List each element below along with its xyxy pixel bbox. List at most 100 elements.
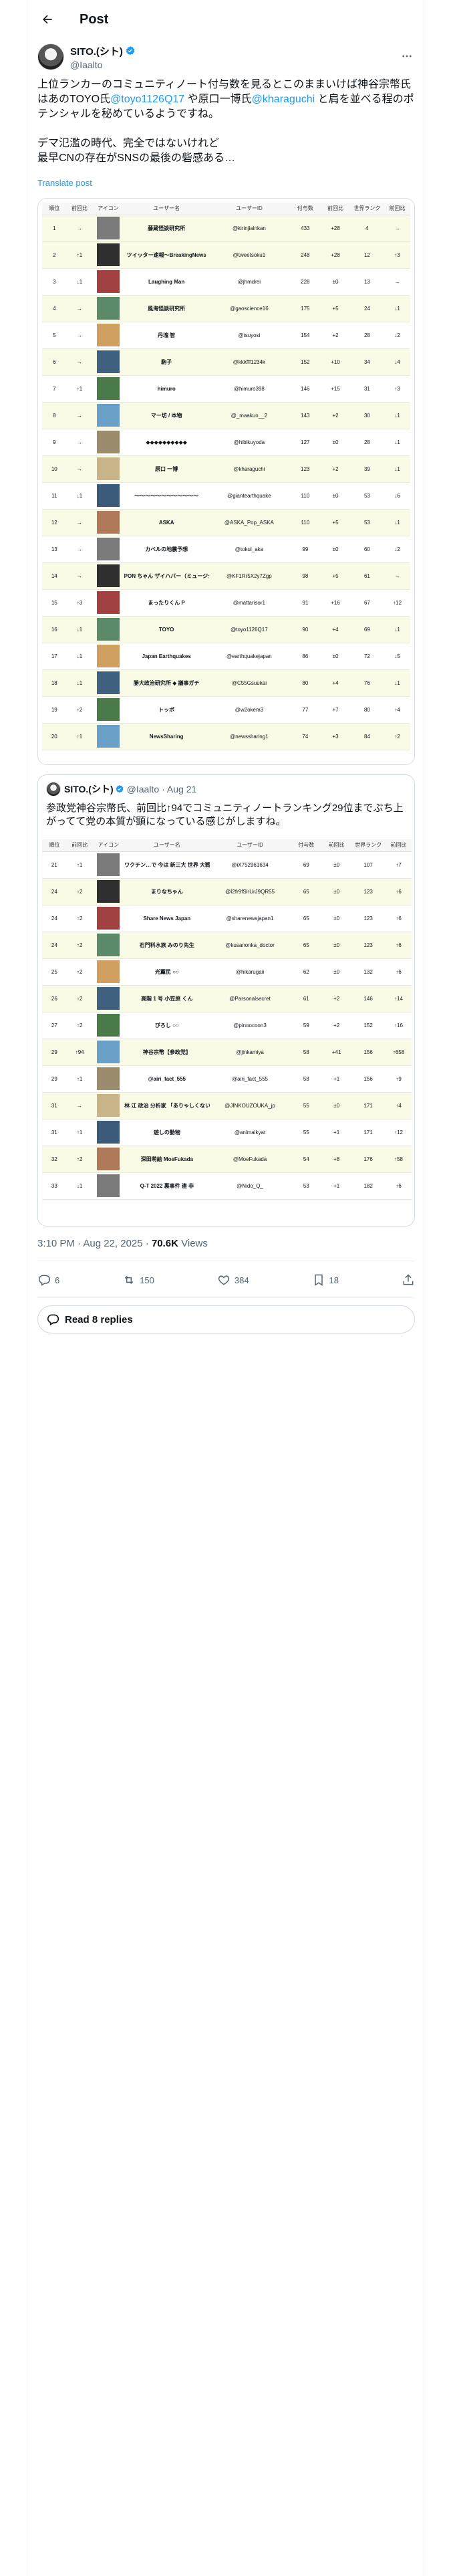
rank-cell: 14: [42, 562, 67, 590]
quoted-post[interactable]: SITO.(シト) @Iaalto · Aug 21 参政党神谷宗幣氏、前回比↑…: [37, 774, 415, 1226]
user-avatar-icon: [96, 618, 120, 641]
count-change-cell: ±0: [322, 851, 351, 879]
author-handle[interactable]: @Iaalto: [70, 60, 136, 70]
world-rank-cell: 69: [349, 616, 385, 643]
table-row: 29 ↑94 神谷宗幣【参政党】 @jinkamiya 58 +41 156 ↑658: [42, 1039, 412, 1066]
table-header: 前回比: [66, 839, 93, 852]
count-change-cell: +1: [322, 1172, 351, 1200]
repost-button[interactable]: 150: [122, 1273, 154, 1287]
count-cell: 146: [289, 375, 321, 403]
table-row: 21 ↑1 ワクチン…で 今は 新三大 世界 大戦争 @iX752961634 69 ±0…: [42, 851, 412, 879]
userid-cell: @airi_fact_555: [209, 1065, 291, 1093]
count-change-cell: +2: [321, 322, 350, 349]
username-cell: 藤蔵怪談研究所: [124, 215, 209, 242]
bookmark-button[interactable]: 18: [312, 1273, 339, 1287]
user-avatar-icon: [96, 484, 120, 507]
more-options-icon[interactable]: [399, 48, 415, 64]
table-row: 29 ↑1 @airi_fact_555 @airi_fact_555 58 +1 156 ↑…: [42, 1065, 412, 1093]
table-header: 付与数: [289, 203, 321, 215]
table-header: 世界ランク: [351, 839, 386, 852]
rank-change-cell: ↑2: [66, 696, 93, 724]
ranking-image-1[interactable]: 順位 前回比 アイコン ユーザー名 ユーザーID 付与数 前回比 世界ランク 前回比 1 → 藤蔵怪…: [37, 198, 415, 765]
userid-cell: @tokul_aka: [208, 536, 290, 563]
count-cell: 74: [289, 723, 321, 750]
quoted-author-name: SITO.(シト): [64, 784, 114, 794]
table-row: 3 ↓1 Laughing Man @jhmdrei 228 ±0 13 →: [42, 268, 410, 296]
icon-cell: [92, 268, 124, 296]
count-cell: 90: [289, 616, 321, 643]
table-row: 1 → 藤蔵怪談研究所 @kirinjiainkan 433 +28 4 →: [42, 215, 410, 242]
username-cell: TOYO: [124, 616, 209, 643]
icon-cell: [92, 878, 125, 905]
user-avatar-icon: [96, 404, 120, 427]
icon-cell: [92, 696, 124, 724]
repost-icon: [124, 1275, 134, 1285]
share-button[interactable]: [402, 1273, 415, 1287]
reply-count: 6: [55, 1275, 60, 1285]
table-row: 14→PON ちゃん ザイハバー（ミュージシャン 漁師 しんや）@KF1Rr5X…: [42, 562, 410, 590]
back-arrow-icon[interactable]: [35, 7, 59, 31]
icon-cell: [92, 322, 124, 349]
mention-link[interactable]: @kharaguchi: [252, 94, 315, 105]
userid-cell: @kkkfff1234k: [208, 348, 290, 376]
count-cell: 127: [289, 429, 321, 456]
username-cell: 光薫民 ○○: [124, 958, 210, 986]
world-change-cell: ↓2: [384, 536, 410, 563]
count-change-cell: +5: [321, 295, 350, 322]
table-row: 31 ↑1 遊しの動物 @animalkyat 55 +1 171 ↑12: [42, 1119, 412, 1146]
quoted-post-text: 参政党神谷宗幣氏、前回比↑94でコミュニティノートランキング29位までぶち上がっ…: [46, 802, 404, 827]
username-cell: マー坊 / 本物: [124, 402, 209, 429]
count-cell: 99: [289, 536, 321, 563]
userid-cell: @animalkyat: [209, 1119, 291, 1146]
heart-icon: [218, 1275, 230, 1285]
like-button[interactable]: 384: [217, 1273, 249, 1287]
read-replies-button[interactable]: Read 8 replies: [37, 1305, 415, 1333]
rank-cell: 29: [42, 1065, 67, 1093]
table-row: 25 ↑2 光薫民 ○○ @hikarugaii 62 ±0 132 ↑6: [42, 958, 412, 986]
count-change-cell: +5: [321, 509, 350, 536]
avatar[interactable]: [37, 43, 64, 70]
translate-post-link[interactable]: Translate post: [37, 178, 92, 188]
post-time[interactable]: 3:10 PM · Aug 22, 2025 ·: [37, 1238, 152, 1249]
count-change-cell: +15: [321, 375, 350, 403]
rank-change-cell: ↑2: [66, 1146, 93, 1173]
user-avatar-icon: [96, 457, 120, 480]
count-cell: 62: [290, 958, 323, 986]
icon-cell: [92, 1146, 125, 1173]
count-cell: 61: [290, 985, 323, 1012]
verified-badge-icon: [126, 46, 135, 56]
username-cell: Japan Earthquakes: [124, 643, 209, 670]
mention-link[interactable]: @toyo1126Q17: [110, 94, 184, 105]
rank-change-cell: ↓1: [66, 268, 93, 296]
table-header: 前回比: [66, 203, 93, 215]
world-rank-cell: 61: [349, 562, 385, 590]
rank-change-cell: ↑2: [66, 878, 93, 905]
username-cell: 駒子: [124, 348, 209, 376]
user-avatar-icon: [96, 538, 120, 560]
ranking-image-2: 順位 前回比 アイコン ユーザー名 ユーザーID 付与数 前回比 世界ランク 前回比 21 ↑1 ワ…: [38, 837, 414, 1226]
icon-cell: [92, 932, 125, 959]
ranking-table-2: 順位 前回比 アイコン ユーザー名 ユーザーID 付与数 前回比 世界ランク 前回比 21 ↑1 ワ…: [42, 839, 412, 1200]
rank-cell: 13: [42, 536, 67, 563]
user-avatar-icon: [97, 1174, 120, 1197]
user-avatar-icon: [97, 1067, 120, 1090]
author-name-row[interactable]: SITO.(シト): [70, 44, 136, 58]
author-name[interactable]: SITO.(シト): [70, 44, 123, 58]
views-count: 70.6K: [151, 1238, 178, 1249]
world-change-cell: ↑4: [386, 1092, 412, 1119]
rank-change-cell: →: [66, 348, 93, 376]
table-header: 前回比: [321, 203, 350, 215]
username-cell: まったりくん P: [124, 589, 209, 617]
replies-bubble-icon: [47, 1314, 59, 1325]
userid-cell: @jinkamiya: [209, 1039, 291, 1066]
world-rank-cell: 4: [349, 215, 385, 242]
user-avatar-icon: [96, 350, 120, 373]
icon-cell: [92, 375, 124, 403]
count-change-cell: ±0: [321, 482, 350, 510]
reply-button[interactable]: 6: [37, 1273, 59, 1287]
rank-change-cell: ↑1: [66, 1119, 93, 1146]
count-change-cell: +2: [322, 985, 351, 1012]
table-header: 順位: [42, 203, 67, 215]
count-change-cell: +16: [321, 589, 350, 617]
table-header: 前回比: [322, 839, 351, 852]
